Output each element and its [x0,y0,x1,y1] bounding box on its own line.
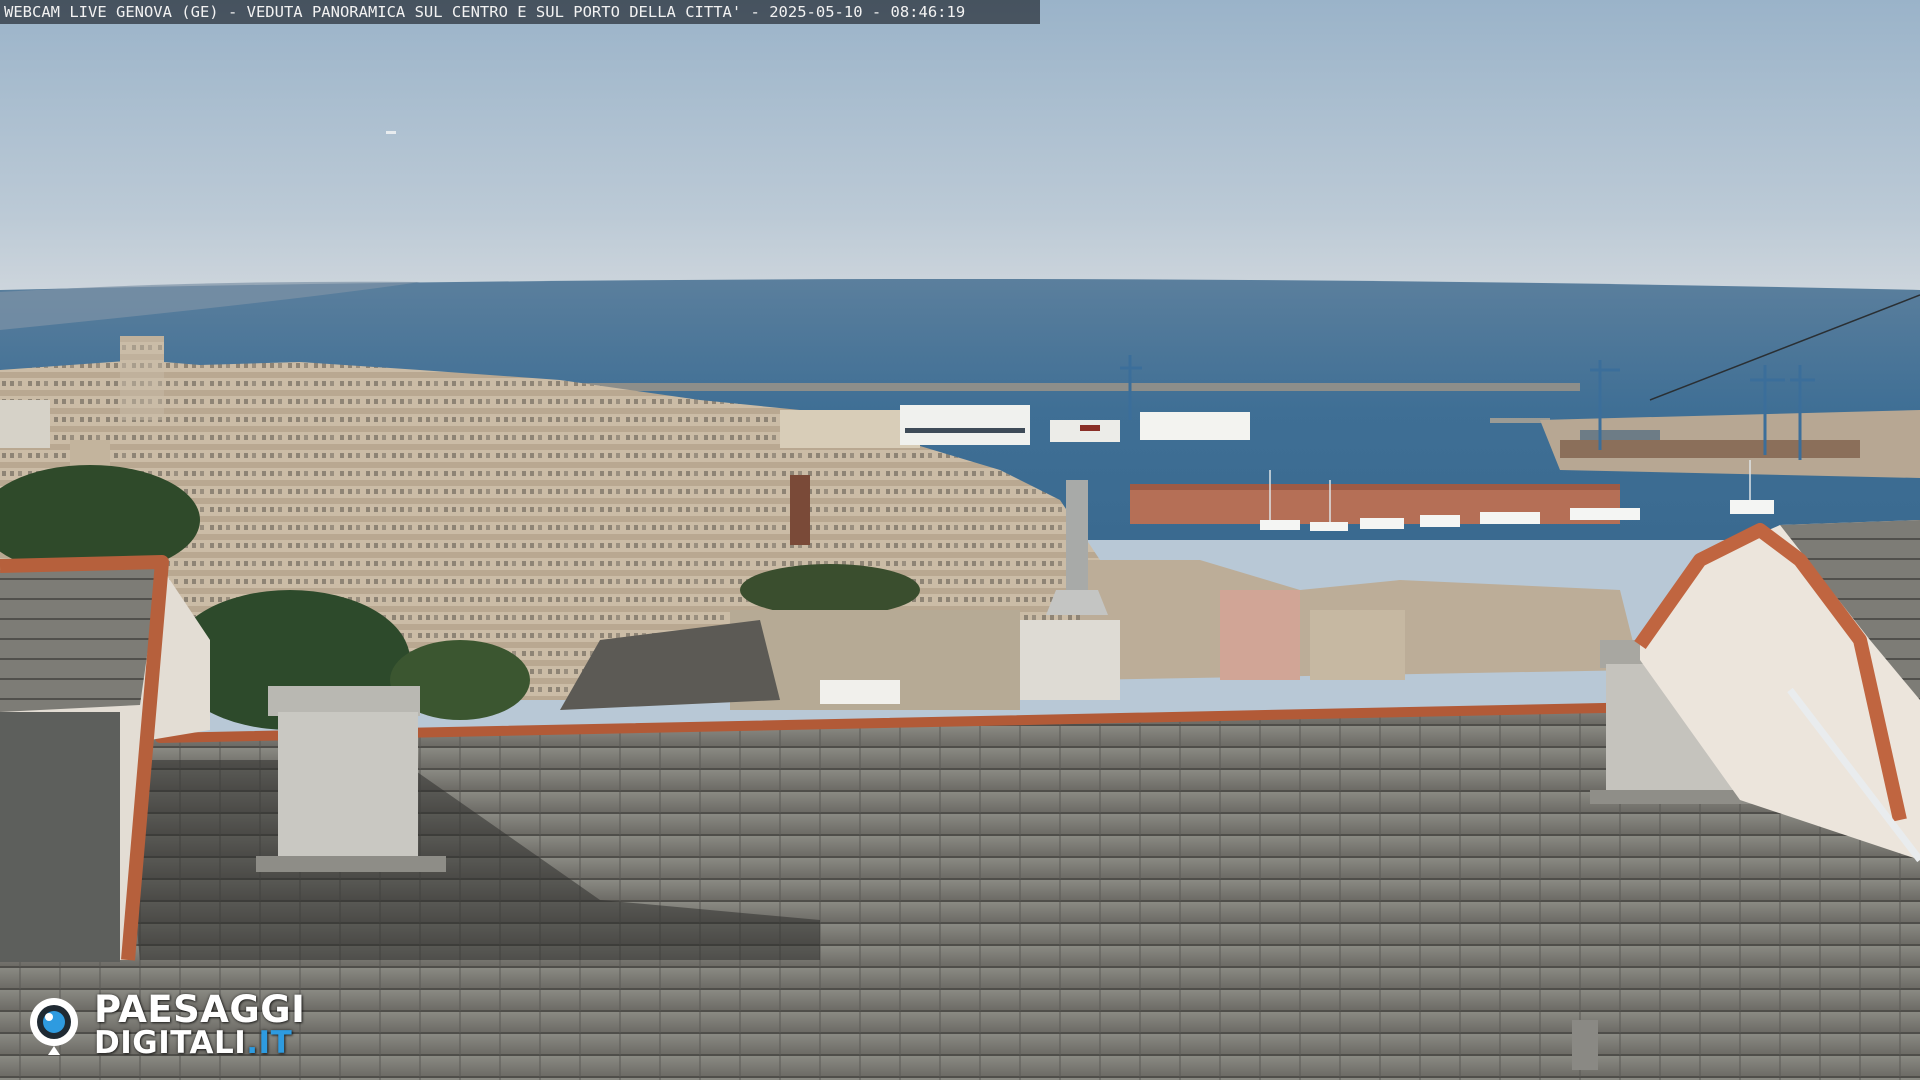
bell-tower [790,475,810,545]
sky [0,0,1920,290]
paesaggi-digitali-logo: PAESAGGI DIGITALI.IT [26,990,336,1062]
left-chimney [268,686,420,716]
webcam-caption: WEBCAM LIVE GENOVA (GE) - VEDUTA PANORAM… [0,0,1040,24]
logo-word-digitali-text: DIGITALI [94,1025,247,1061]
webcam-scene [0,0,1920,1080]
cruise-ship [900,405,1030,445]
webcam-eye-icon [30,998,78,1055]
logo-word-paesaggi: PAESAGGI [94,988,306,1031]
airplane [386,131,396,134]
central-chimney [1020,620,1120,700]
roof-vent [1572,1020,1598,1070]
ferry [1140,412,1250,440]
breakwater [580,383,1580,391]
logo-suffix: .IT [246,1025,293,1061]
logo-word-digitali: DIGITALI.IT [94,1026,292,1060]
waterfront-buildings [780,410,920,448]
